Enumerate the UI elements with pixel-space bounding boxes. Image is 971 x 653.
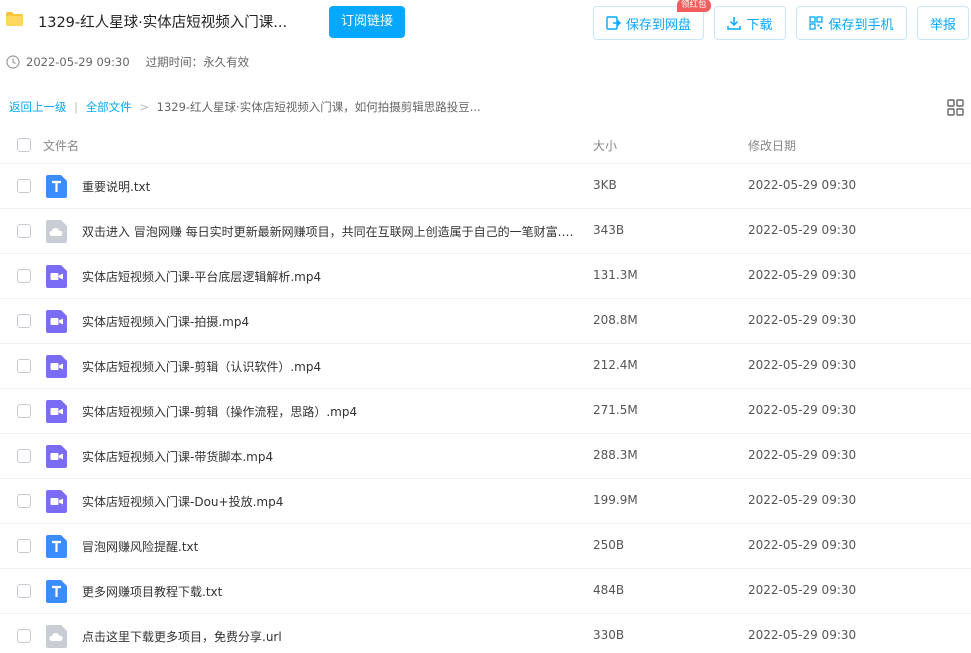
row-checkbox[interactable] (17, 359, 31, 373)
breadcrumb: 返回上一级 | 全部文件 > 1329-红人星球·实体店短视频入门课，如何拍摄剪… (9, 99, 481, 115)
file-name[interactable]: 双击进入 冒泡网赚 每日实时更新最新网赚项目，共同在互联网上创造属于自己的一笔财… (82, 223, 577, 240)
row-checkbox[interactable] (17, 584, 31, 598)
breadcrumb-current: 1329-红人星球·实体店短视频入门课，如何拍摄剪辑思路投豆... (156, 100, 481, 114)
expire-time: 过期时间：永久有效 (145, 55, 250, 69)
save-to-phone-label: 保存到手机 (828, 17, 894, 33)
row-checkbox[interactable] (17, 539, 31, 553)
table-row[interactable]: 冒泡网赚风险提醒.txt 250B 2022-05-29 09:30 (0, 524, 971, 569)
table-row[interactable]: 重要说明.txt 3KB 2022-05-29 09:30 (0, 164, 971, 209)
file-size: 212.4M (593, 358, 638, 372)
file-date: 2022-05-29 09:30 (748, 223, 857, 237)
file-name[interactable]: 实体店短视频入门课-平台底层逻辑解析.mp4 (82, 268, 577, 285)
video-file-icon (46, 355, 67, 378)
table-row[interactable]: 点击这里下载更多项目，免费分享.url 330B 2022-05-29 09:30 (0, 614, 971, 653)
file-name[interactable]: 更多网赚项目教程下载.txt (82, 583, 577, 600)
file-name[interactable]: 冒泡网赚风险提醒.txt (82, 538, 577, 555)
table-row[interactable]: 实体店短视频入门课-平台底层逻辑解析.mp4 131.3M 2022-05-29 0… (0, 254, 971, 299)
video-file-icon (46, 310, 67, 333)
file-date: 2022-05-29 09:30 (748, 628, 857, 642)
file-name[interactable]: 重要说明.txt (82, 178, 577, 195)
column-header-size[interactable]: 大小 (593, 137, 617, 154)
save-to-phone-button[interactable]: 保存到手机 (796, 6, 907, 40)
file-name[interactable]: 实体店短视频入门课-Dou+投放.mp4 (82, 493, 577, 510)
file-date: 2022-05-29 09:30 (748, 403, 857, 417)
row-checkbox[interactable] (17, 224, 31, 238)
download-icon (727, 17, 742, 30)
file-name[interactable]: 实体店短视频入门课-拍摄.mp4 (82, 313, 577, 330)
file-size: 3KB (593, 178, 617, 192)
row-checkbox[interactable] (17, 269, 31, 283)
qr-code-icon (809, 16, 824, 30)
all-files-link[interactable]: 全部文件 (86, 100, 132, 114)
share-header: 1329-红人星球·实体店短视频入门课... 订阅链接 保存到网盘 领红包 下载… (0, 0, 971, 48)
row-checkbox[interactable] (17, 629, 31, 643)
subscribe-link-button[interactable]: 订阅链接 (329, 6, 405, 38)
text-file-icon (46, 175, 67, 198)
table-row[interactable]: 双击进入 冒泡网赚 每日实时更新最新网赚项目，共同在互联网上创造属于自己的一笔财… (0, 209, 971, 254)
file-date: 2022-05-29 09:30 (748, 358, 857, 372)
video-file-icon (46, 445, 67, 468)
file-size: 199.9M (593, 493, 638, 507)
file-size: 343B (593, 223, 625, 237)
file-date: 2022-05-29 09:30 (748, 538, 857, 552)
video-file-icon (46, 490, 67, 513)
file-date: 2022-05-29 09:30 (748, 583, 857, 597)
file-list: 重要说明.txt 3KB 2022-05-29 09:30 双击进入 冒泡网赚 每日实… (0, 164, 971, 653)
text-file-icon (46, 580, 67, 603)
report-button[interactable]: 举报 (917, 6, 969, 40)
table-row[interactable]: 更多网赚项目教程下载.txt 484B 2022-05-29 09:30 (0, 569, 971, 614)
file-size: 271.5M (593, 403, 638, 417)
select-all-checkbox[interactable] (17, 138, 31, 152)
file-name[interactable]: 实体店短视频入门课-剪辑（操作流程，思路）.mp4 (82, 403, 577, 420)
file-size: 330B (593, 628, 625, 642)
file-date: 2022-05-29 09:30 (748, 178, 857, 192)
column-header-date[interactable]: 修改日期 (748, 137, 796, 154)
video-file-icon (46, 400, 67, 423)
row-checkbox[interactable] (17, 314, 31, 328)
row-checkbox[interactable] (17, 179, 31, 193)
table-row[interactable]: 实体店短视频入门课-剪辑（操作流程，思路）.mp4 271.5M 2022-05-2… (0, 389, 971, 434)
file-list-header: 文件名 大小 修改日期 (0, 125, 971, 164)
download-label: 下载 (746, 17, 773, 33)
file-date: 2022-05-29 09:30 (748, 268, 857, 282)
row-checkbox[interactable] (17, 404, 31, 418)
report-label: 举报 (929, 17, 956, 33)
share-time: 2022-05-29 09:30 (26, 55, 130, 69)
file-name[interactable]: 点击这里下载更多项目，免费分享.url (82, 628, 577, 645)
save-icon (606, 16, 621, 30)
column-header-name[interactable]: 文件名 (43, 137, 79, 154)
download-button[interactable]: 下载 (714, 6, 786, 40)
row-checkbox[interactable] (17, 449, 31, 463)
file-date: 2022-05-29 09:30 (748, 493, 857, 507)
breadcrumb-divider: | (74, 100, 79, 114)
text-file-icon (46, 535, 67, 558)
table-row[interactable]: 实体店短视频入门课-带货脚本.mp4 288.3M 2022-05-29 09:30 (0, 434, 971, 479)
file-name[interactable]: 实体店短视频入门课-剪辑（认识软件）.mp4 (82, 358, 577, 375)
back-link[interactable]: 返回上一级 (9, 100, 67, 114)
row-checkbox[interactable] (17, 494, 31, 508)
table-row[interactable]: 实体店短视频入门课-Dou+投放.mp4 199.9M 2022-05-29 09:… (0, 479, 971, 524)
table-row[interactable]: 实体店短视频入门课-剪辑（认识软件）.mp4 212.4M 2022-05-29 0… (0, 344, 971, 389)
cloud-link-file-icon (46, 220, 67, 243)
table-row[interactable]: 实体店短视频入门课-拍摄.mp4 208.8M 2022-05-29 09:30 (0, 299, 971, 344)
save-to-netdisk-label: 保存到网盘 (625, 17, 691, 33)
cloud-link-file-icon (46, 625, 67, 648)
file-name[interactable]: 实体店短视频入门课-带货脚本.mp4 (82, 448, 577, 465)
file-size: 131.3M (593, 268, 638, 282)
file-size: 208.8M (593, 313, 638, 327)
clock-icon (6, 55, 20, 69)
file-size: 484B (593, 583, 625, 597)
share-meta: 2022-05-29 09:30 过期时间：永久有效 (6, 54, 249, 70)
red-packet-badge[interactable]: 领红包 (677, 0, 711, 12)
share-title: 1329-红人星球·实体店短视频入门课... (38, 15, 288, 31)
file-date: 2022-05-29 09:30 (748, 313, 857, 327)
breadcrumb-separator: > (139, 100, 149, 114)
folder-icon (6, 12, 23, 26)
grid-view-icon[interactable] (947, 99, 964, 116)
file-date: 2022-05-29 09:30 (748, 448, 857, 462)
file-size: 250B (593, 538, 625, 552)
video-file-icon (46, 265, 67, 288)
file-size: 288.3M (593, 448, 638, 462)
